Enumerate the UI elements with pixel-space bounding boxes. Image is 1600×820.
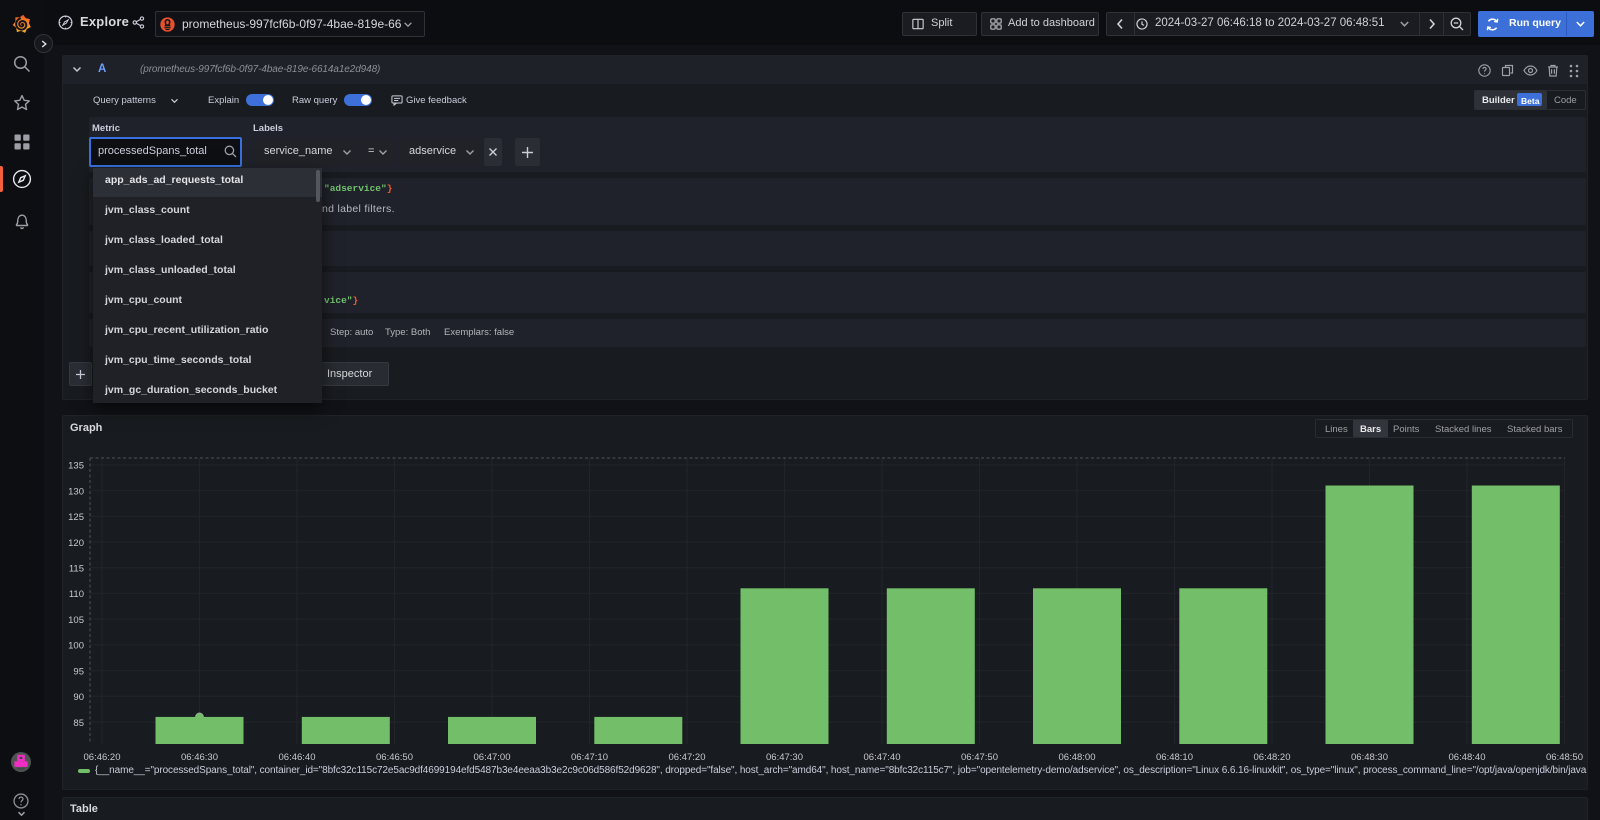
svg-text:06:46:30: 06:46:30 [181,752,218,763]
svg-text:06:47:00: 06:47:00 [474,752,511,763]
svg-text:100: 100 [68,641,84,652]
svg-text:06:47:10: 06:47:10 [571,752,608,763]
svg-text:06:46:20: 06:46:20 [84,752,121,763]
svg-text:115: 115 [69,564,84,575]
svg-text:06:48:40: 06:48:40 [1449,752,1486,763]
svg-text:125: 125 [68,512,84,523]
svg-text:90: 90 [73,692,84,703]
svg-text:06:46:40: 06:46:40 [279,752,316,763]
svg-text:120: 120 [68,538,84,549]
svg-text:06:48:20: 06:48:20 [1254,752,1291,763]
svg-text:85: 85 [73,718,84,729]
svg-text:95: 95 [73,666,84,677]
svg-text:06:47:30: 06:47:30 [766,752,803,763]
svg-text:06:47:50: 06:47:50 [961,752,998,763]
svg-text:06:47:20: 06:47:20 [669,752,706,763]
svg-text:06:48:30: 06:48:30 [1351,752,1388,763]
svg-text:110: 110 [69,589,84,600]
svg-text:06:48:00: 06:48:00 [1059,752,1096,763]
svg-text:06:47:40: 06:47:40 [864,752,901,763]
svg-text:06:46:50: 06:46:50 [376,752,413,763]
svg-text:130: 130 [68,486,84,497]
svg-text:135: 135 [68,461,84,472]
svg-text:06:48:10: 06:48:10 [1156,752,1193,763]
svg-text:06:48:50: 06:48:50 [1546,752,1583,763]
svg-text:105: 105 [68,615,84,626]
